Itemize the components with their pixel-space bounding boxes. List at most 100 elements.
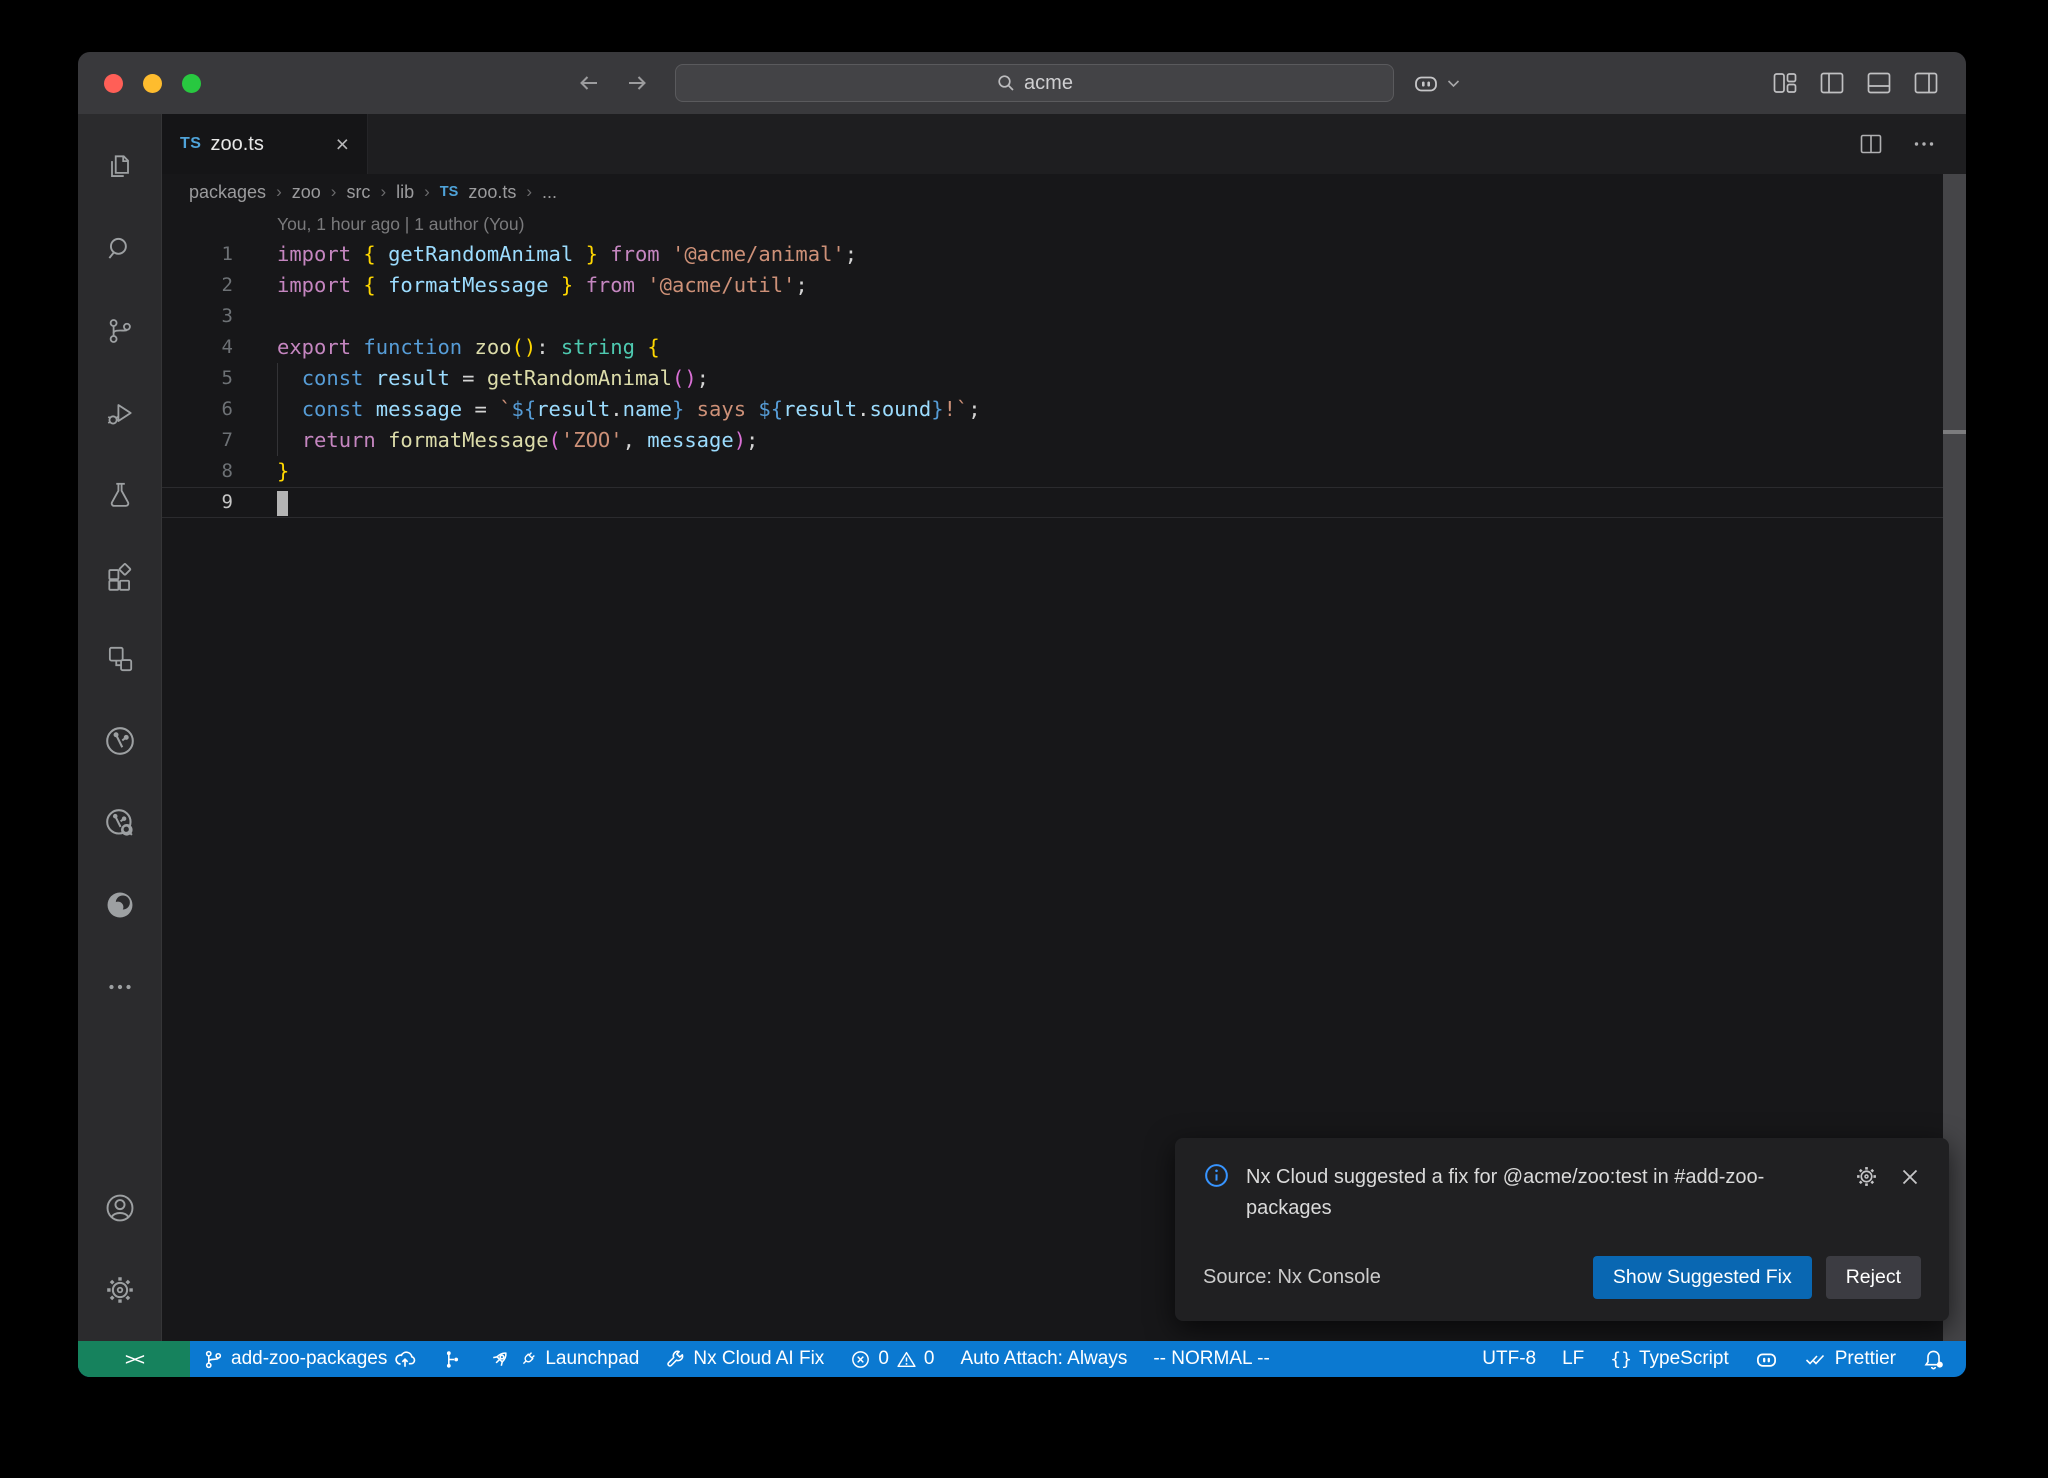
chevron-right-icon: › [526,182,532,202]
notification-message: Nx Cloud suggested a fix for @acme/zoo:t… [1246,1162,1821,1224]
nx-cloud-fix-label: Nx Cloud AI Fix [693,1348,824,1370]
editor: packages › zoo › src › lib › TS zoo.ts ›… [162,174,1966,1341]
window-controls [104,52,201,114]
close-window-button[interactable] [104,74,123,93]
warnings-icon [896,1349,917,1370]
nx-cloud-icon[interactable] [78,782,162,864]
status-vim-mode[interactable]: -- NORMAL -- [1140,1341,1282,1377]
code-line-9[interactable]: 9 [162,487,1966,518]
status-launchpad[interactable]: Launchpad [476,1341,652,1377]
close-notification-icon[interactable] [1899,1166,1921,1188]
copilot-menu[interactable] [1412,52,1460,114]
titlebar: acme [78,52,1966,114]
line-number: 1 [162,239,233,270]
toggle-secondary-sidebar-icon[interactable] [1912,69,1940,97]
maximize-window-button[interactable] [182,74,201,93]
close-tab-icon[interactable]: × [336,133,349,156]
line-number: 5 [162,363,233,394]
search-icon[interactable] [78,208,162,290]
notification-source: Source: Nx Console [1203,1266,1381,1289]
breadcrumb-item-zoo[interactable]: zoo [292,182,321,203]
chevron-right-icon: › [424,182,430,202]
edge-browser-icon[interactable] [78,864,162,946]
search-icon [996,73,1016,93]
status-eol[interactable]: LF [1549,1341,1597,1377]
code-lines: 1import { getRandomAnimal } from '@acme/… [162,239,1966,518]
info-icon [1203,1162,1230,1189]
notification-settings-gear-icon[interactable] [1854,1164,1879,1189]
copilot-icon [1412,69,1440,97]
line-number: 2 [162,270,233,301]
breadcrumb-item-file[interactable]: zoo.ts [468,182,516,203]
status-copilot[interactable] [1742,1341,1791,1377]
forward-arrow-icon[interactable] [624,70,650,96]
split-editor-icon[interactable] [1858,131,1884,157]
customize-layout-icon[interactable] [1771,69,1799,97]
code-line-5[interactable]: 5 const result = getRandomAnimal(); [162,363,1966,394]
wrench-icon [665,1349,686,1370]
breadcrumb-item-src[interactable]: src [346,182,370,203]
indent-guide [277,363,278,456]
back-arrow-icon[interactable] [576,70,602,96]
status-prettier[interactable]: Prettier [1791,1341,1909,1377]
minimize-window-button[interactable] [143,74,162,93]
tab-label: zoo.ts [210,133,263,156]
testing-icon[interactable] [78,454,162,536]
code-line-8[interactable]: 8} [162,456,1966,487]
account-icon[interactable] [78,1167,162,1249]
status-graph[interactable] [429,1341,476,1377]
search-value: acme [1024,72,1073,95]
line-number: 7 [162,425,233,456]
cloud-upload-icon [394,1348,416,1370]
copilot-icon [1755,1348,1778,1371]
remote-indicator[interactable]: >< [78,1341,190,1377]
settings-icon[interactable] [78,1249,162,1331]
code-line-3[interactable]: 3 [162,301,1966,332]
breadcrumb-item-lib[interactable]: lib [396,182,414,203]
status-language[interactable]: {} TypeScript [1597,1341,1741,1377]
source-control-icon[interactable] [78,290,162,372]
reject-button[interactable]: Reject [1826,1256,1921,1299]
breadcrumb-item-packages[interactable]: packages [189,182,266,203]
code-line-7[interactable]: 7 return formatMessage('ZOO', message); [162,425,1966,456]
status-branch[interactable]: add-zoo-packages [190,1341,429,1377]
line-number: 9 [162,487,233,518]
tab-zoo-ts[interactable]: TS zoo.ts × [162,114,368,174]
workspace-icon[interactable] [78,618,162,700]
chevron-right-icon: › [380,182,386,202]
status-encoding[interactable]: UTF-8 [1469,1341,1549,1377]
command-center-search[interactable]: acme [675,64,1394,102]
tab-bar: TS zoo.ts × [162,114,1966,174]
toggle-panel-icon[interactable] [1865,69,1893,97]
line-number: 6 [162,394,233,425]
line-number: 3 [162,301,233,332]
branch-name: add-zoo-packages [231,1348,387,1370]
more-actions-icon[interactable] [1912,132,1936,156]
errors-icon [850,1349,871,1370]
breadcrumb-overflow[interactable]: ... [542,182,557,203]
error-count: 0 [878,1348,889,1370]
code-line-2[interactable]: 2import { formatMessage } from '@acme/ut… [162,270,1966,301]
git-branch-icon [203,1349,224,1370]
prettier-label: Prettier [1835,1348,1896,1370]
language-label: TypeScript [1639,1348,1729,1370]
activity-bar [78,114,162,1341]
status-problems[interactable]: 0 0 [837,1341,947,1377]
run-and-debug-icon[interactable] [78,372,162,454]
notification-toast: Nx Cloud suggested a fix for @acme/zoo:t… [1175,1138,1949,1321]
extensions-icon[interactable] [78,536,162,618]
more-views-icon[interactable] [78,946,162,1028]
code-line-6[interactable]: 6 const message = `${result.name} says $… [162,394,1966,425]
code-line-4[interactable]: 4export function zoo(): string { [162,332,1966,363]
status-auto-attach[interactable]: Auto Attach: Always [947,1341,1140,1377]
plug-icon [518,1349,538,1369]
show-suggested-fix-button[interactable]: Show Suggested Fix [1593,1256,1812,1299]
status-nx-cloud-ai-fix[interactable]: Nx Cloud AI Fix [652,1341,837,1377]
code-line-1[interactable]: 1import { getRandomAnimal } from '@acme/… [162,239,1966,270]
chevron-right-icon: › [331,182,337,202]
explorer-icon[interactable] [78,126,162,208]
double-check-icon [1804,1349,1828,1370]
nx-console-icon[interactable] [78,700,162,782]
notifications-bell-icon[interactable] [1909,1341,1958,1377]
toggle-primary-sidebar-icon[interactable] [1818,69,1846,97]
